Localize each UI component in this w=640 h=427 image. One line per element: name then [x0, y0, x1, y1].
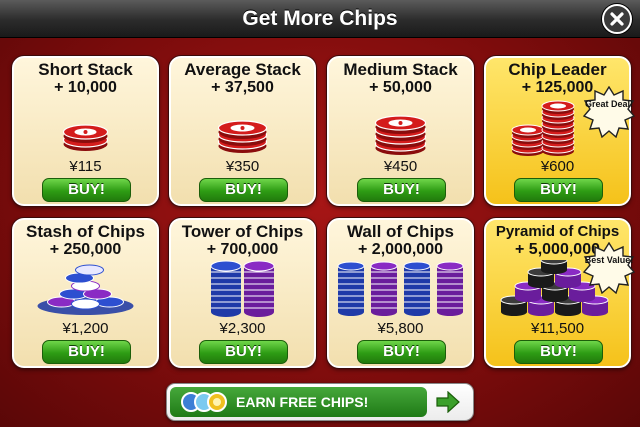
buy-button[interactable]: BUY! — [199, 340, 288, 364]
buy-button[interactable]: BUY! — [42, 340, 131, 364]
package-amount: + 50,000 — [369, 79, 432, 96]
earn-free-chips-button[interactable]: EARN FREE CHIPS! — [166, 383, 474, 421]
package-card-wall-of-chips[interactable]: Wall of Chips + 2,000,000 ¥5,800 BUY! — [327, 218, 474, 368]
buy-button[interactable]: BUY! — [514, 178, 603, 202]
package-card-tower-of-chips[interactable]: Tower of Chips + 700,000 ¥2,300 BUY! — [169, 218, 316, 368]
mixed-chip-pile-icon — [37, 264, 134, 315]
chip-wall-icon — [337, 261, 464, 316]
close-icon — [610, 12, 624, 26]
package-price: ¥11,500 — [530, 320, 585, 337]
package-amount: + 37,500 — [211, 79, 274, 96]
package-name: Stash of Chips — [25, 222, 145, 241]
badge-label: Great Deal! — [584, 99, 634, 109]
buy-button[interactable]: BUY! — [199, 178, 288, 202]
package-price: ¥5,800 — [377, 320, 424, 337]
buy-button[interactable]: BUY! — [42, 178, 131, 202]
earn-free-chips-label: EARN FREE CHIPS! — [236, 394, 369, 410]
package-price: ¥600 — [540, 158, 575, 175]
package-amount: + 10,000 — [54, 79, 117, 96]
package-card-medium-stack[interactable]: Medium Stack + 50,000 ¥450 BUY! — [327, 56, 474, 206]
title-bar: Get More Chips — [0, 0, 640, 38]
package-card-average-stack[interactable]: Average Stack + 37,500 ¥350 BUY! — [169, 56, 316, 206]
starburst-icon — [582, 241, 636, 295]
package-card-short-stack[interactable]: Short Stack + 10,000 ¥115 BUY! — [12, 56, 159, 206]
package-amount: + 250,000 — [49, 241, 122, 258]
best-value-badge: Best Value! — [582, 241, 636, 295]
package-price: ¥450 — [383, 158, 418, 175]
arrow-right-icon — [436, 391, 460, 413]
earn-free-chips-banner: EARN FREE CHIPS! — [170, 387, 427, 417]
starburst-icon — [582, 85, 636, 139]
close-button[interactable] — [602, 4, 632, 34]
package-price: ¥115 — [69, 158, 102, 175]
package-card-chip-leader[interactable]: Chip Leader + 125,000 Great Deal! ¥600 B… — [484, 56, 636, 206]
badge-label: Best Value! — [584, 255, 634, 265]
package-name: Chip Leader — [508, 60, 607, 79]
red-chip-stack-icon — [217, 120, 268, 153]
package-name: Short Stack — [38, 60, 133, 79]
buy-button[interactable]: BUY! — [357, 178, 446, 202]
package-name: Tower of Chips — [181, 222, 304, 241]
package-price: ¥350 — [225, 158, 260, 175]
package-price: ¥2,300 — [219, 320, 266, 337]
blue-purple-chip-towers-icon — [210, 260, 275, 317]
red-chip-stack-icon — [62, 124, 109, 151]
package-name: Wall of Chips — [346, 222, 455, 241]
coin-chips-icon — [181, 392, 227, 412]
great-deal-badge: Great Deal! — [582, 85, 636, 139]
red-chip-stack-icon — [374, 115, 427, 155]
buy-button[interactable]: BUY! — [514, 340, 603, 364]
package-name: Pyramid of Chips — [495, 223, 620, 240]
page-title: Get More Chips — [242, 7, 398, 30]
package-price: ¥1,200 — [62, 320, 109, 337]
package-amount: + 2,000,000 — [358, 241, 443, 258]
package-card-pyramid-of-chips[interactable]: Pyramid of Chips + 5,000,000 Best Value!… — [484, 218, 636, 368]
package-card-stash-of-chips[interactable]: Stash of Chips + 250,000 ¥1,200 BUY! — [12, 218, 159, 368]
package-name: Average Stack — [184, 60, 301, 79]
buy-button[interactable]: BUY! — [357, 340, 446, 364]
package-amount: + 700,000 — [206, 241, 279, 258]
package-name: Medium Stack — [343, 60, 458, 79]
